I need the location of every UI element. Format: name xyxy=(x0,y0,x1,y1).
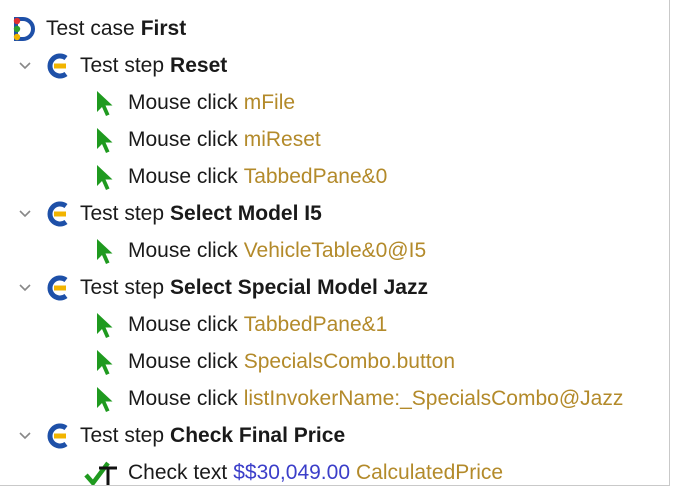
chevron-down-icon[interactable] xyxy=(18,207,32,221)
test-step-icon xyxy=(47,423,68,448)
node-type-label: Test case xyxy=(46,16,135,40)
mouse-click-icon xyxy=(97,386,113,412)
test-step-icon xyxy=(47,201,68,226)
mouse-click-icon xyxy=(97,90,113,116)
chevron-down-icon[interactable] xyxy=(18,59,32,73)
node-name-label: First xyxy=(140,16,187,40)
mouse-click-icon xyxy=(97,238,113,264)
action-label: Mouse click xyxy=(128,127,238,151)
node-name-label: Reset xyxy=(170,53,228,77)
tree-node-test-step-select-model[interactable]: Test step Select Model I5 xyxy=(0,195,669,232)
component-id: TabbedPane&0 xyxy=(243,164,388,188)
tree-node-mouse-click[interactable]: Mouse click mFile xyxy=(0,84,669,121)
tree-node-mouse-click[interactable]: Mouse click listInvokerName:_SpecialsCom… xyxy=(0,380,669,417)
component-id: TabbedPane&1 xyxy=(243,312,388,336)
tree-node-mouse-click[interactable]: Mouse click miReset xyxy=(0,121,669,158)
tree-node-test-step-check-price[interactable]: Test step Check Final Price xyxy=(0,417,669,454)
component-id: mFile xyxy=(243,90,296,114)
action-label: Mouse click xyxy=(128,164,238,188)
node-type-label: Test step xyxy=(80,53,165,77)
mouse-click-icon xyxy=(97,164,113,190)
tree-node-mouse-click[interactable]: Mouse click SpecialsCombo.button xyxy=(0,343,669,380)
node-name-label: Check Final Price xyxy=(170,423,346,447)
mouse-click-icon xyxy=(97,127,113,153)
action-label: Mouse click xyxy=(128,386,238,410)
node-type-label: Test step xyxy=(80,423,165,447)
tree-node-test-case[interactable]: Test case First xyxy=(0,10,669,47)
component-id: SpecialsCombo.button xyxy=(243,349,455,373)
tree-node-mouse-click[interactable]: Mouse click TabbedPane&0 xyxy=(0,158,669,195)
tree-node-check-text[interactable]: Check text $$30,049.00 CalculatedPrice xyxy=(0,454,669,485)
node-name-label: Select Model I5 xyxy=(170,201,322,225)
test-suite-tree: Test case First Test step Reset Mouse cl… xyxy=(0,0,670,486)
action-label: Mouse click xyxy=(128,90,238,114)
chevron-down-icon[interactable] xyxy=(18,281,32,295)
component-id: miReset xyxy=(243,127,321,151)
action-label: Mouse click xyxy=(128,349,238,373)
action-label: Mouse click xyxy=(128,238,238,262)
test-step-icon xyxy=(47,275,68,300)
action-label: Check text xyxy=(128,460,228,484)
action-label: Mouse click xyxy=(128,312,238,336)
check-value: $$30,049.00 xyxy=(233,460,351,484)
mouse-click-icon xyxy=(97,312,113,338)
node-type-label: Test step xyxy=(80,275,165,299)
chevron-down-icon[interactable] xyxy=(18,429,32,443)
node-name-label: Select Special Model Jazz xyxy=(170,275,428,299)
test-case-icon xyxy=(13,16,35,41)
component-id: CalculatedPrice xyxy=(356,460,504,484)
tree-node-mouse-click[interactable]: Mouse click VehicleTable&0@I5 xyxy=(0,232,669,269)
node-type-label: Test step xyxy=(80,201,165,225)
mouse-click-icon xyxy=(97,349,113,375)
test-step-icon xyxy=(47,53,68,78)
tree-node-mouse-click[interactable]: Mouse click TabbedPane&1 xyxy=(0,306,669,343)
tree-node-test-step-reset[interactable]: Test step Reset xyxy=(0,47,669,84)
component-id: VehicleTable&0@I5 xyxy=(243,238,427,262)
component-id: listInvokerName:_SpecialsCombo@Jazz xyxy=(243,386,624,410)
tree-node-test-step-select-special[interactable]: Test step Select Special Model Jazz xyxy=(0,269,669,306)
check-text-icon xyxy=(84,461,117,485)
